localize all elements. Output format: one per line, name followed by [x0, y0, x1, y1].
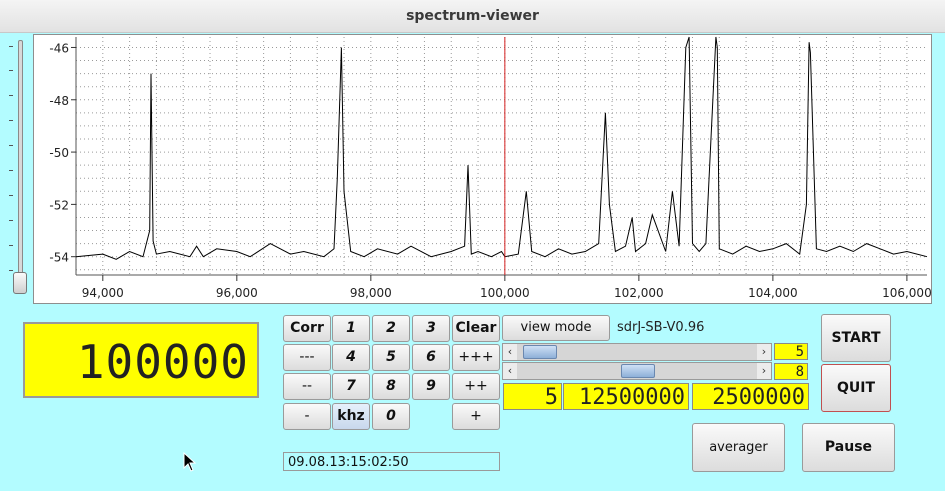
window-title: spectrum-viewer: [406, 8, 539, 24]
y-tick-label: -54: [49, 251, 69, 265]
quit-button[interactable]: QUIT: [821, 364, 891, 412]
output-rate-lcd: 2500000: [692, 383, 809, 410]
key-6-button[interactable]: 6: [412, 344, 450, 371]
x-tick-label: 96,000: [216, 286, 258, 300]
pause-button[interactable]: Pause: [802, 423, 895, 472]
x-tick-label: 106,000: [882, 286, 931, 300]
scroll-right-icon[interactable]: ›: [757, 363, 771, 379]
scroll-2-value: 8: [774, 363, 808, 380]
x-tick-label: 102,000: [614, 286, 664, 300]
frequency-display: 100000: [23, 322, 259, 398]
minus1-button[interactable]: -: [283, 403, 331, 430]
corr-button[interactable]: Corr: [283, 315, 331, 342]
input-rate-lcd: 12500000: [563, 383, 689, 410]
gain-slider-handle[interactable]: [13, 272, 27, 294]
y-tick-label: -48: [49, 94, 69, 108]
x-tick-label: 104,000: [748, 286, 798, 300]
scrollbar-2[interactable]: ‹ ›: [502, 362, 772, 380]
start-button[interactable]: START: [821, 314, 891, 362]
version-label: sdrJ-SB-V0.96: [617, 320, 705, 335]
key-8-button[interactable]: 8: [372, 373, 410, 400]
x-tick-label: 100,000: [480, 286, 530, 300]
view-mode-button[interactable]: view mode: [502, 315, 610, 341]
key-5-button[interactable]: 5: [372, 344, 410, 371]
spectrum-chart-svg: -46 -48 -50 -52 -54 94,000 96,000 98,000 100,000…: [49, 36, 931, 300]
plus1-button[interactable]: +: [452, 403, 500, 430]
key-1-button[interactable]: 1: [332, 315, 370, 342]
slider-tick: [9, 270, 13, 271]
scroll-right-icon[interactable]: ›: [757, 344, 771, 360]
plus2-button[interactable]: ++: [452, 373, 500, 400]
key-9-button[interactable]: 9: [412, 373, 450, 400]
slider-tick: [9, 195, 13, 196]
scroll-left-icon[interactable]: ‹: [503, 344, 517, 360]
clear-button[interactable]: Clear: [452, 315, 500, 342]
mouse-cursor-icon: [183, 452, 197, 472]
spectrum-plot[interactable]: -46 -48 -50 -52 -54 94,000 96,000 98,000 100,000…: [33, 34, 932, 304]
key-4-button[interactable]: 4: [332, 344, 370, 371]
scroll-1-value: 5: [774, 343, 808, 360]
y-tick-label: -50: [49, 146, 69, 160]
key-7-button[interactable]: 7: [332, 373, 370, 400]
slider-tick: [9, 70, 13, 71]
title-bar: spectrum-viewer: [0, 0, 945, 33]
slider-tick: [9, 170, 13, 171]
minus3-button[interactable]: ---: [283, 344, 331, 371]
scroll-left-icon[interactable]: ‹: [503, 363, 517, 379]
x-tick-label: 94,000: [82, 286, 124, 300]
slider-tick: [9, 120, 13, 121]
key-2-button[interactable]: 2: [372, 315, 410, 342]
slider-tick: [9, 95, 13, 96]
slider-tick: [9, 220, 13, 221]
khz-button[interactable]: khz: [332, 403, 370, 430]
minus2-button[interactable]: --: [283, 373, 331, 400]
mode-lcd: 5: [503, 383, 562, 410]
key-0-button[interactable]: 0: [372, 403, 410, 430]
scrollbar-2-thumb[interactable]: [621, 364, 655, 378]
key-3-button[interactable]: 3: [412, 315, 450, 342]
plus3-button[interactable]: +++: [452, 344, 500, 371]
slider-tick: [9, 245, 13, 246]
x-tick-label: 98,000: [350, 286, 392, 300]
scrollbar-1[interactable]: ‹ ›: [502, 343, 772, 361]
gain-slider[interactable]: [18, 40, 23, 292]
scrollbar-1-thumb[interactable]: [523, 345, 557, 359]
averager-button[interactable]: averager: [692, 423, 785, 472]
slider-tick: [9, 46, 13, 47]
y-tick-label: -52: [49, 198, 69, 212]
slider-tick: [9, 145, 13, 146]
y-tick-label: -46: [49, 41, 69, 55]
datetime-field: 09.08.13:15:02:50: [283, 452, 500, 471]
